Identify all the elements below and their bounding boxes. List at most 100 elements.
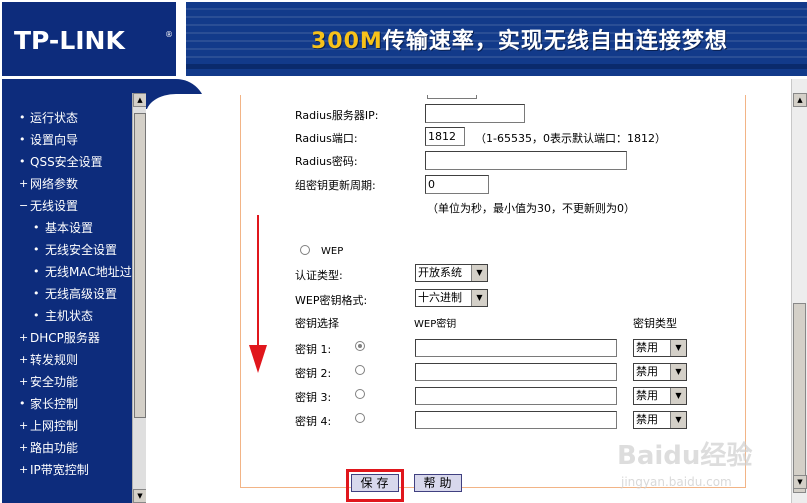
wep-key-header: WEP密钥 — [414, 319, 457, 330]
chevron-down-icon: ▼ — [670, 388, 686, 404]
key-select-radio[interactable] — [355, 341, 365, 351]
nav-bullet-icon: + — [19, 331, 29, 344]
help-button[interactable]: 帮助 — [414, 474, 462, 492]
sidebar-item-label: 运行状态 — [30, 111, 79, 125]
sidebar-scroll-thumb[interactable] — [134, 113, 146, 418]
nav-bullet-icon: • — [33, 287, 40, 300]
nav-bullet-icon: + — [19, 375, 29, 388]
key-select-radio[interactable] — [355, 413, 365, 423]
banner: 300M传输速率，实现无线自由连接梦想 — [186, 2, 807, 76]
save-button[interactable]: 保存 — [351, 474, 399, 492]
scroll-down-icon[interactable]: ▼ — [793, 475, 807, 489]
chevron-down-icon: ▼ — [471, 290, 487, 306]
sidebar-item[interactable]: + 网络参数 — [2, 173, 132, 195]
content-scroll-thumb[interactable] — [793, 303, 806, 493]
key-type-header: 密钥类型 — [633, 317, 677, 330]
group-key-period-label: 组密钥更新周期: — [295, 179, 376, 192]
key-type-value: 禁用 — [636, 389, 658, 402]
nav-bullet-icon: + — [19, 353, 29, 366]
sidebar-item[interactable]: − 无线设置 — [2, 195, 132, 217]
sidebar-item[interactable]: • 主机状态 — [2, 305, 132, 327]
group-key-period-input[interactable]: 0 — [425, 175, 489, 194]
nav-bullet-icon: + — [19, 463, 29, 476]
key-type-select[interactable]: 禁用 ▼ — [633, 387, 687, 405]
watermark-logo: Baidu经验 — [617, 440, 752, 471]
wep-radio[interactable] — [300, 245, 310, 255]
baidu-jingyan-watermark: Baidu经验 jingyan.baidu.com — [617, 440, 752, 489]
radius-password-label: Radius密码: — [295, 155, 358, 168]
sidebar-nav: • 运行状态 • 设置向导 • QSS安全设置 + 网络参数 − 无线设置 • 基本设置 • 无线安全设置… — [2, 79, 147, 503]
header: TP-LINK ® 300M传输速率，实现无线自由连接梦想 — [0, 0, 807, 79]
nav-bullet-icon: + — [19, 177, 29, 190]
key-label: 密钥 4: — [295, 415, 332, 428]
sidebar-item[interactable]: + 上网控制 — [2, 415, 132, 437]
radius-ip-label: Radius服务器IP: — [295, 109, 379, 122]
sidebar-item[interactable]: • 设置向导 — [2, 129, 132, 151]
sidebar-item-label: 安全功能 — [30, 375, 79, 389]
sidebar-item[interactable]: • 无线MAC地址过滤 — [2, 261, 132, 283]
banner-slogan: 300M传输速率，实现无线自由连接梦想 — [311, 23, 728, 55]
sidebar-item[interactable]: • 运行状态 — [2, 107, 132, 129]
arrow-down-icon — [249, 215, 267, 373]
sidebar-item[interactable]: • 无线安全设置 — [2, 239, 132, 261]
scroll-up-icon[interactable]: ▲ — [793, 93, 807, 107]
nav-bullet-icon: • — [33, 243, 40, 256]
sidebar-item[interactable]: + 安全功能 — [2, 371, 132, 393]
sidebar-item-label: 基本设置 — [45, 221, 94, 235]
sidebar-item[interactable]: + 转发规则 — [2, 349, 132, 371]
nav-bullet-icon: • — [19, 133, 26, 146]
sidebar-item[interactable]: + 路由功能 — [2, 437, 132, 459]
wep-format-label: WEP密钥格式: — [295, 294, 368, 307]
nav-list: • 运行状态 • 设置向导 • QSS安全设置 + 网络参数 − 无线设置 • 基本设置 • 无线安全设置… — [2, 107, 132, 481]
sidebar-item-label: IP带宽控制 — [30, 463, 89, 477]
nav-bullet-icon: • — [33, 265, 40, 278]
wep-format-value: 十六进制 — [418, 291, 462, 304]
radius-password-input[interactable] — [425, 151, 627, 170]
auth-type-label: 认证类型: — [295, 269, 343, 282]
partial-input-above — [427, 95, 477, 99]
group-key-period-hint: （单位为秒，最小值为30，不更新则为0） — [427, 202, 635, 215]
sidebar-item-label: 家长控制 — [30, 397, 79, 411]
radius-port-input[interactable]: 1812 — [425, 127, 465, 146]
key-label: 密钥 1: — [295, 343, 332, 356]
wep-key-input[interactable] — [415, 363, 617, 381]
auth-type-select[interactable]: 开放系统 ▼ — [415, 264, 488, 282]
key-type-select[interactable]: 禁用 ▼ — [633, 363, 687, 381]
nav-bullet-icon: + — [19, 419, 29, 432]
chevron-down-icon: ▼ — [670, 340, 686, 356]
radius-ip-input[interactable] — [425, 104, 525, 123]
key-type-value: 禁用 — [636, 413, 658, 426]
sidebar-item[interactable]: + DHCP服务器 — [2, 327, 132, 349]
nav-bullet-icon: • — [19, 155, 26, 168]
sidebar-item-label: 上网控制 — [30, 419, 79, 433]
sidebar-item-label: 路由功能 — [30, 441, 79, 455]
scroll-up-icon[interactable]: ▲ — [133, 93, 147, 107]
wep-label: WEP — [321, 246, 344, 257]
key-select-radio[interactable] — [355, 389, 365, 399]
key-select-radio[interactable] — [355, 365, 365, 375]
sidebar-item[interactable]: + IP带宽控制 — [2, 459, 132, 481]
scroll-down-icon[interactable]: ▼ — [133, 489, 147, 503]
key-label: 密钥 2: — [295, 367, 332, 380]
auth-type-value: 开放系统 — [418, 266, 462, 279]
sidebar-item-label: QSS安全设置 — [30, 155, 103, 169]
radius-port-label: Radius端口: — [295, 132, 358, 145]
wep-key-input[interactable] — [415, 339, 617, 357]
sidebar-item-label: 无线设置 — [30, 199, 79, 213]
registered-mark: ® — [165, 30, 173, 39]
sidebar-scrollbar[interactable]: ▲ ▼ — [132, 93, 147, 503]
sidebar-item-label: 转发规则 — [30, 353, 79, 367]
nav-bullet-icon: − — [19, 199, 29, 212]
radius-port-hint: （1-65535，0表示默认端口：1812） — [475, 132, 666, 145]
sidebar-item[interactable]: • 家长控制 — [2, 393, 132, 415]
content-scrollbar[interactable]: ▲ ▼ — [791, 79, 807, 503]
sidebar-item[interactable]: • QSS安全设置 — [2, 151, 132, 173]
wep-key-input[interactable] — [415, 387, 617, 405]
sidebar-item[interactable]: • 无线高级设置 — [2, 283, 132, 305]
key-type-value: 禁用 — [636, 365, 658, 378]
sidebar-item[interactable]: • 基本设置 — [2, 217, 132, 239]
wep-format-select[interactable]: 十六进制 ▼ — [415, 289, 488, 307]
key-type-select[interactable]: 禁用 ▼ — [633, 339, 687, 357]
chevron-down-icon: ▼ — [471, 265, 487, 281]
wep-key-input[interactable] — [415, 411, 617, 429]
